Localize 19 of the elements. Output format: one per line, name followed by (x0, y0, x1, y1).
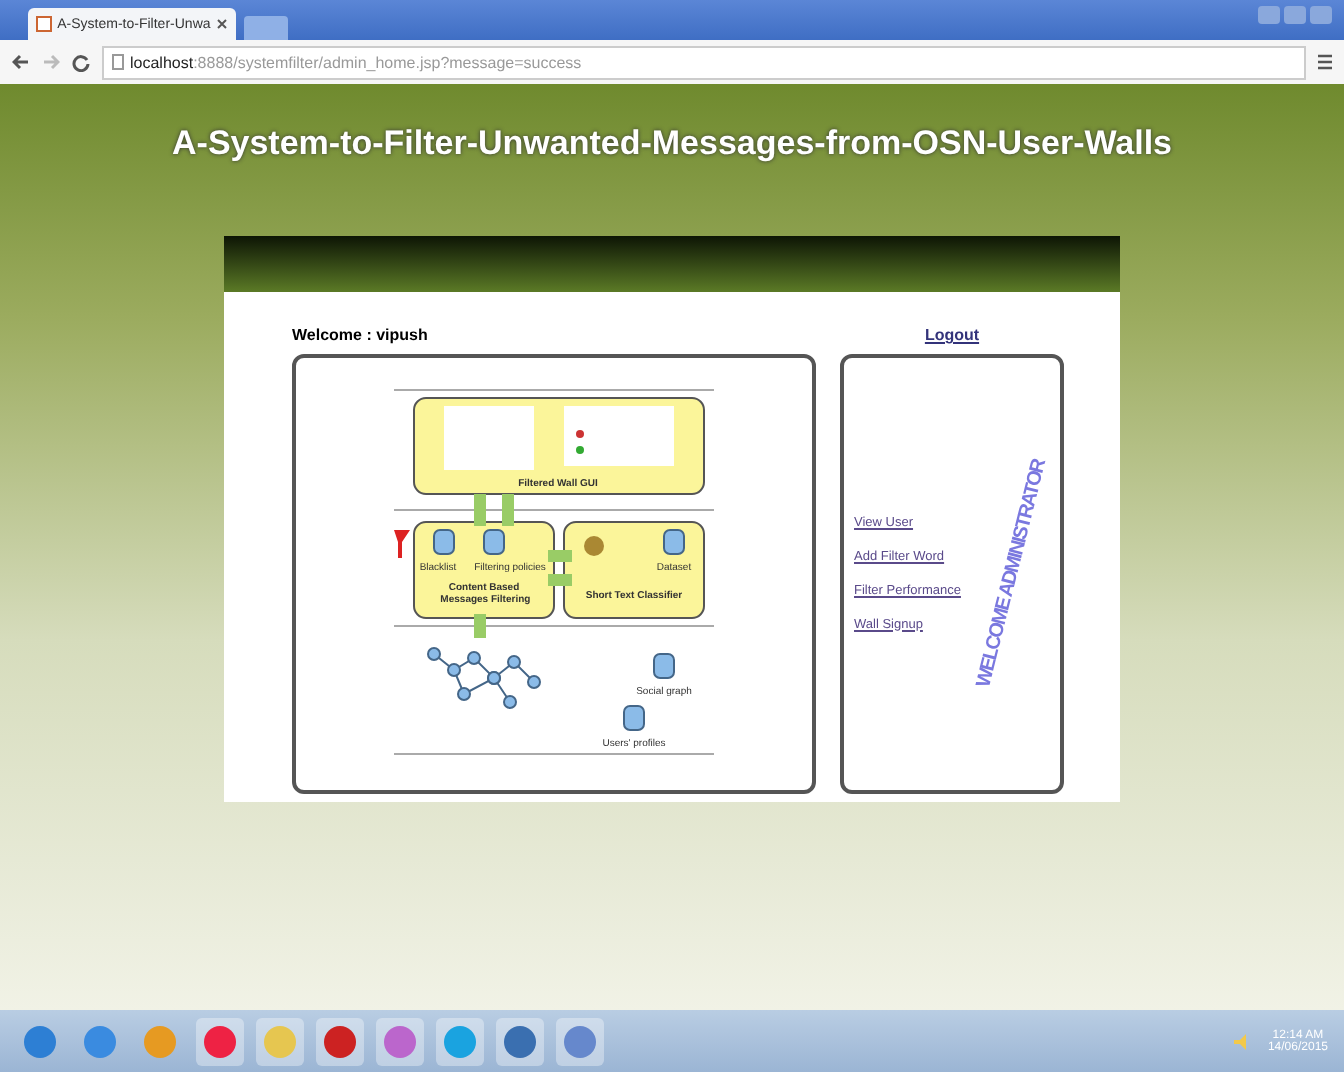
logout-link[interactable]: Logout (924, 292, 980, 344)
reload-icon[interactable] (72, 53, 90, 71)
page-icon (36, 16, 52, 32)
taskbar-app-icon[interactable] (556, 1017, 604, 1065)
welcome-text: Welcome : vipush (292, 324, 430, 344)
minimize-icon[interactable] (1258, 6, 1280, 24)
taskbar-app-icon[interactable] (496, 1017, 544, 1065)
page-icon (112, 54, 124, 70)
close-icon[interactable] (216, 18, 228, 30)
taskbar-app-icon[interactable] (376, 1017, 424, 1065)
taskbar-app-icon[interactable] (436, 1017, 484, 1065)
menu-icon[interactable] (1318, 54, 1332, 70)
taskbar-app-icon[interactable] (316, 1017, 364, 1065)
back-icon[interactable] (12, 54, 30, 70)
forward-icon[interactable] (42, 54, 60, 70)
taskbar-app-icon[interactable] (196, 1017, 244, 1065)
page-title: A-System-to-Filter-Unwanted-Messages-from-OSN-User-Walls (172, 124, 1172, 166)
address-bar[interactable]: localhost:8888/systemfilter/admin_home.jsp?message=success (102, 45, 1306, 79)
maximize-icon[interactable] (1284, 6, 1306, 24)
